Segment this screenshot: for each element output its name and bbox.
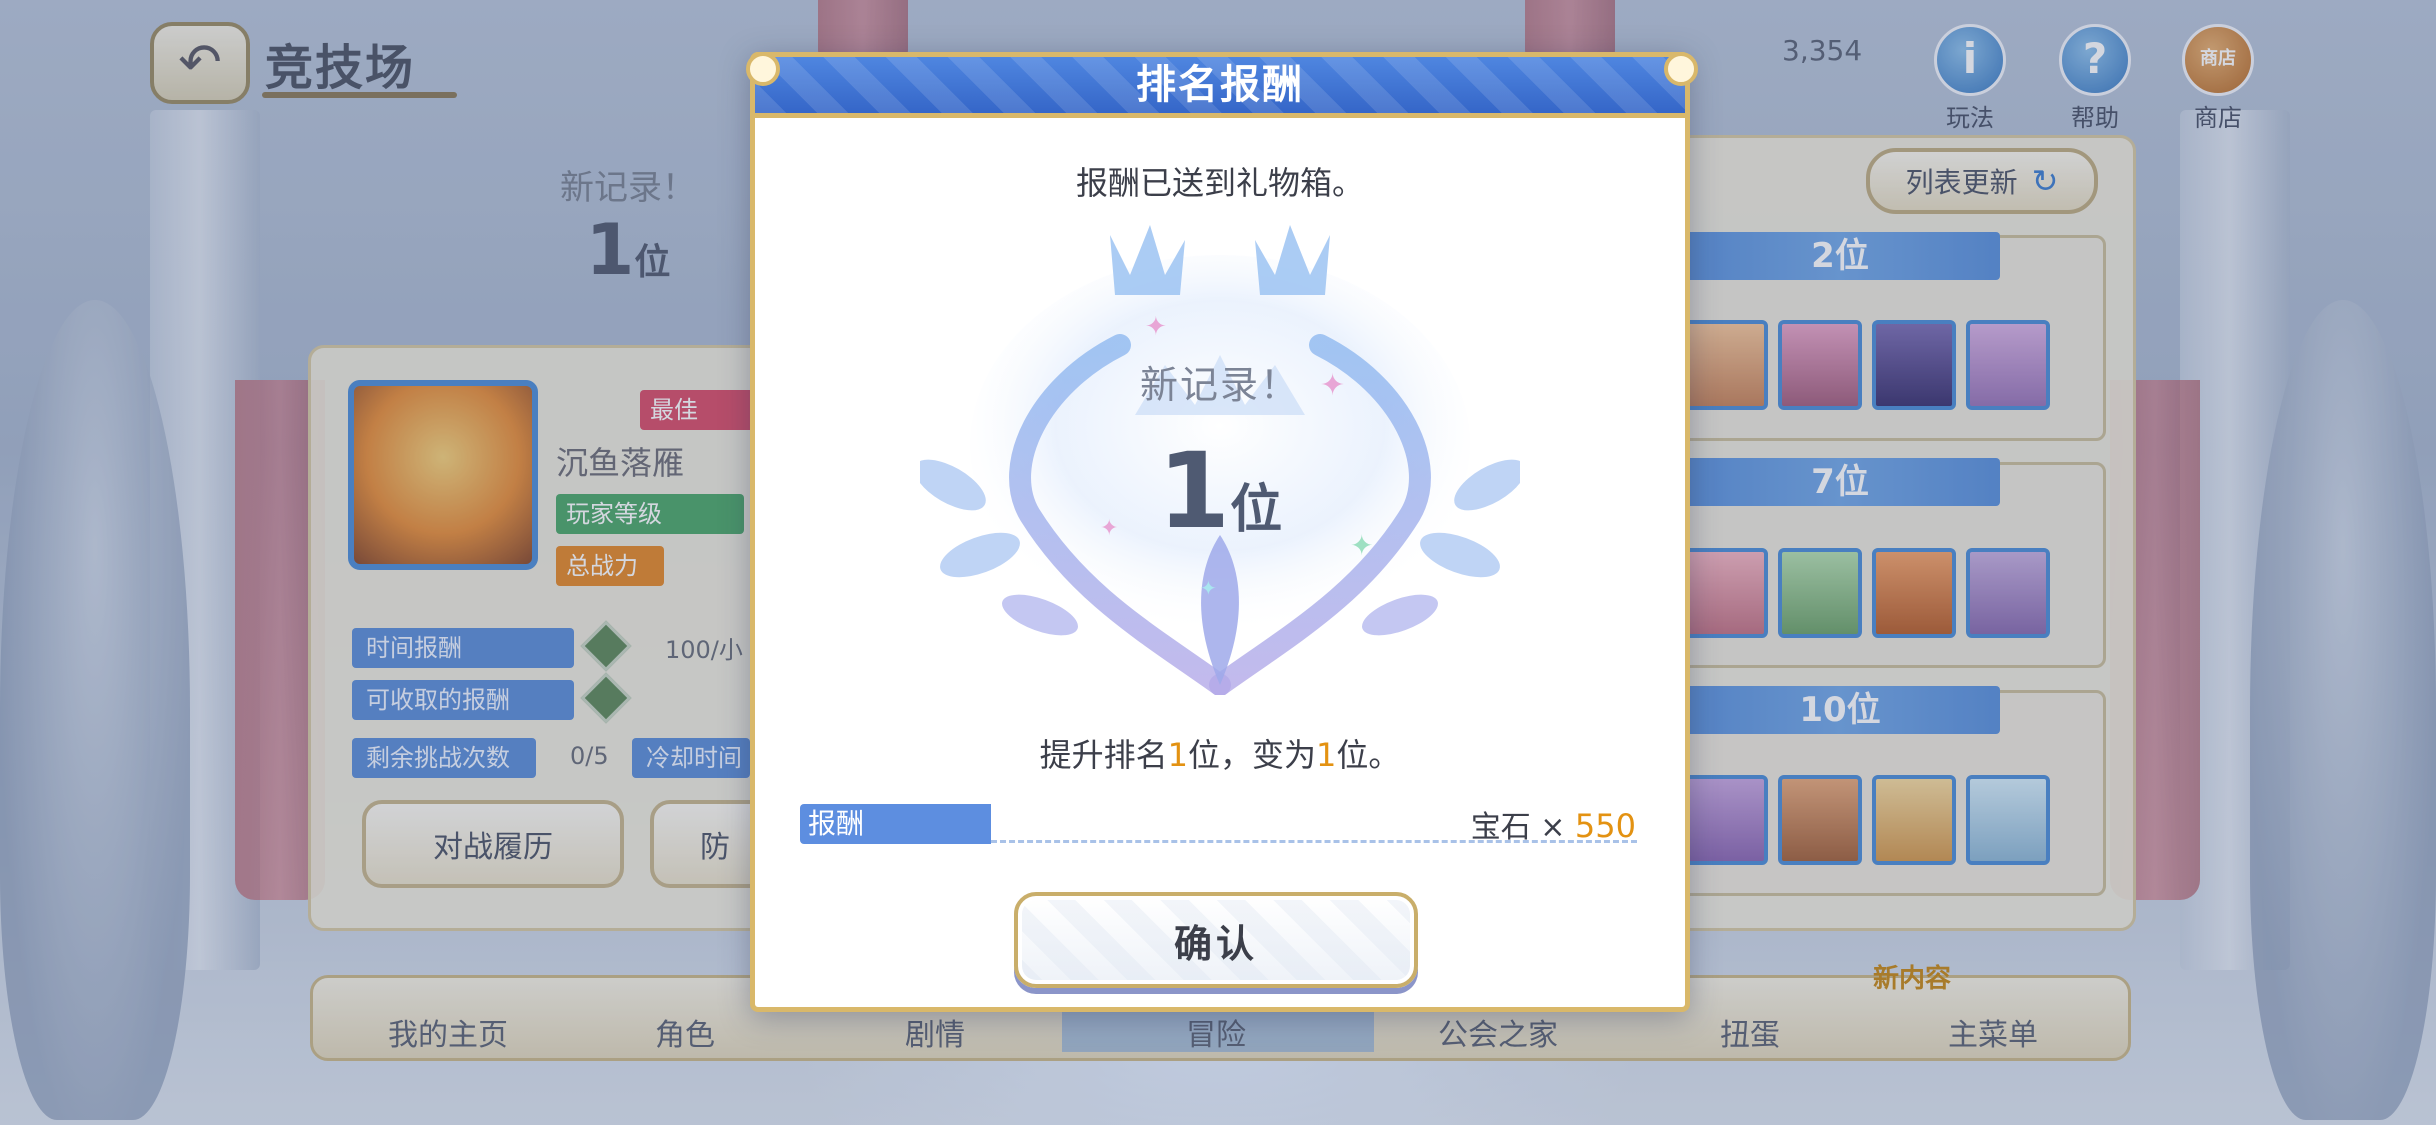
rank-change-text: 提升排名1位，变为1位。	[750, 730, 1690, 776]
reward-label: 报酬	[800, 804, 991, 844]
promo-up-value: 1	[1167, 736, 1188, 774]
promo-suffix: 位。	[1336, 736, 1401, 774]
crest-rank: 1位	[1120, 430, 1320, 552]
promo-new-rank: 1	[1316, 736, 1337, 774]
svg-text:✦: ✦	[1350, 529, 1373, 562]
svg-text:✦: ✦	[1100, 516, 1118, 541]
corner-ornament-icon	[746, 52, 780, 86]
confirm-button[interactable]: 确认	[1014, 892, 1418, 988]
corner-ornament-icon	[1664, 52, 1698, 86]
reward-value: 宝石 × 550	[1471, 802, 1636, 846]
svg-text:✦: ✦	[1200, 576, 1217, 600]
promo-prefix: 提升排名	[1039, 736, 1168, 774]
dialog-message: 报酬已送到礼物箱。	[1075, 164, 1364, 202]
dialog-title: 排名报酬	[750, 52, 1690, 118]
promo-mid: 位，变为	[1187, 736, 1316, 774]
svg-text:✦: ✦	[1145, 312, 1167, 342]
crest-rank-suffix: 位	[1230, 480, 1283, 540]
reward-item-name: 宝石 ×	[1470, 810, 1575, 845]
new-record-text: 新记录！	[1139, 363, 1300, 407]
reward-amount: 550	[1574, 807, 1636, 845]
crest-rank-number: 1	[1157, 430, 1231, 552]
